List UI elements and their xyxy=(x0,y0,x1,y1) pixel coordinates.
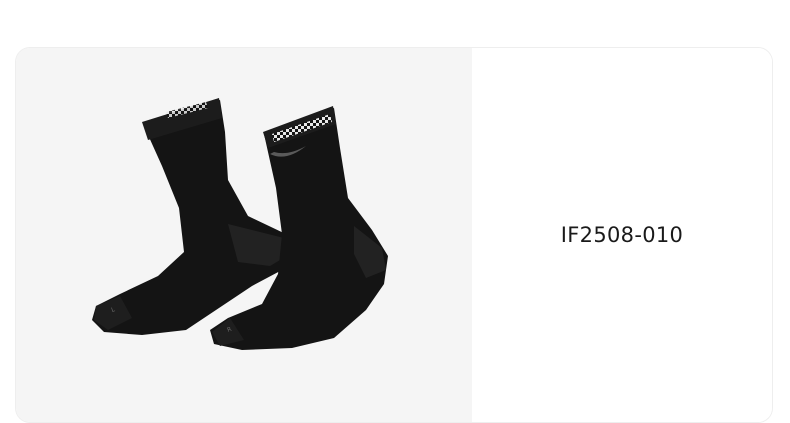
product-card[interactable]: L R IF2508-010 xyxy=(16,48,772,422)
product-code: IF2508-010 xyxy=(560,223,684,247)
product-image[interactable]: L R xyxy=(16,48,472,422)
socks-illustration: L R xyxy=(92,98,388,350)
product-info-panel: IF2508-010 xyxy=(472,48,772,422)
